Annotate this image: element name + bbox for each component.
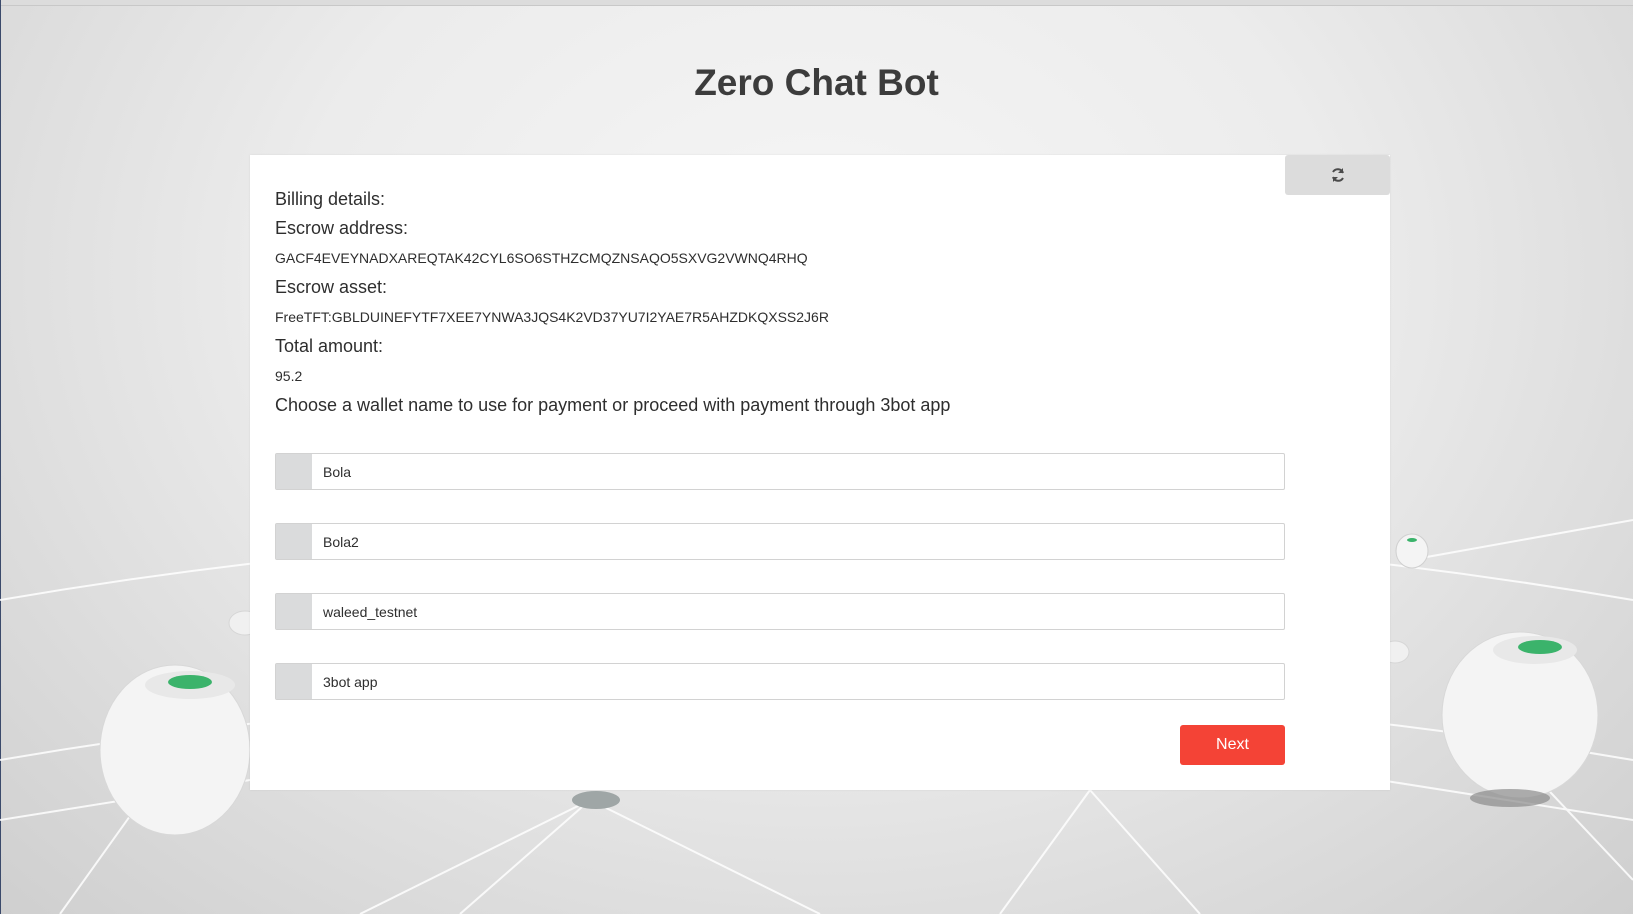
next-button[interactable]: Next xyxy=(1180,725,1285,765)
escrow-asset-label: Escrow asset: xyxy=(275,277,388,297)
wallet-option-label: waleed_testnet xyxy=(323,603,418,620)
total-amount-value: 95.2 xyxy=(275,368,303,384)
radio-button[interactable] xyxy=(276,524,312,559)
radio-button[interactable] xyxy=(276,454,312,489)
total-amount-label: Total amount: xyxy=(275,336,384,356)
escrow-address-value: GACF4EVEYNADXAREQTAK42CYL6SO6STHZCMQZNSA… xyxy=(275,250,808,266)
billing-heading: Billing details: xyxy=(275,189,386,209)
robot-sphere-right xyxy=(1441,631,1599,807)
escrow-asset-value: FreeTFT:GBLDUINEFYTF7XEE7YNWA3JQS4K2VD37… xyxy=(275,309,829,325)
radio-button[interactable] xyxy=(276,594,312,629)
wallet-option-label: Bola2 xyxy=(323,533,359,550)
wallet-option-3bot-app[interactable]: 3bot app xyxy=(275,663,1285,700)
page-title: Zero Chat Bot xyxy=(694,62,939,103)
wallet-option-label: Bola xyxy=(323,463,352,480)
wallet-option-bola[interactable]: Bola xyxy=(275,453,1285,490)
robot-sphere-small xyxy=(1395,533,1429,569)
wallet-option-waleed-testnet[interactable]: waleed_testnet xyxy=(275,593,1285,630)
wallet-option-bola2[interactable]: Bola2 xyxy=(275,523,1285,560)
refresh-button[interactable] xyxy=(1285,155,1390,195)
wallet-prompt: Choose a wallet name to use for payment … xyxy=(275,395,951,415)
radio-button[interactable] xyxy=(276,664,312,699)
robot-sphere-left xyxy=(99,664,251,836)
node-under-card xyxy=(572,791,620,809)
escrow-address-label: Escrow address: xyxy=(275,218,409,238)
billing-card: Billing details: Escrow address: GACF4EV… xyxy=(250,155,1390,790)
refresh-icon xyxy=(1331,168,1344,182)
wallet-option-label: 3bot app xyxy=(323,673,378,690)
